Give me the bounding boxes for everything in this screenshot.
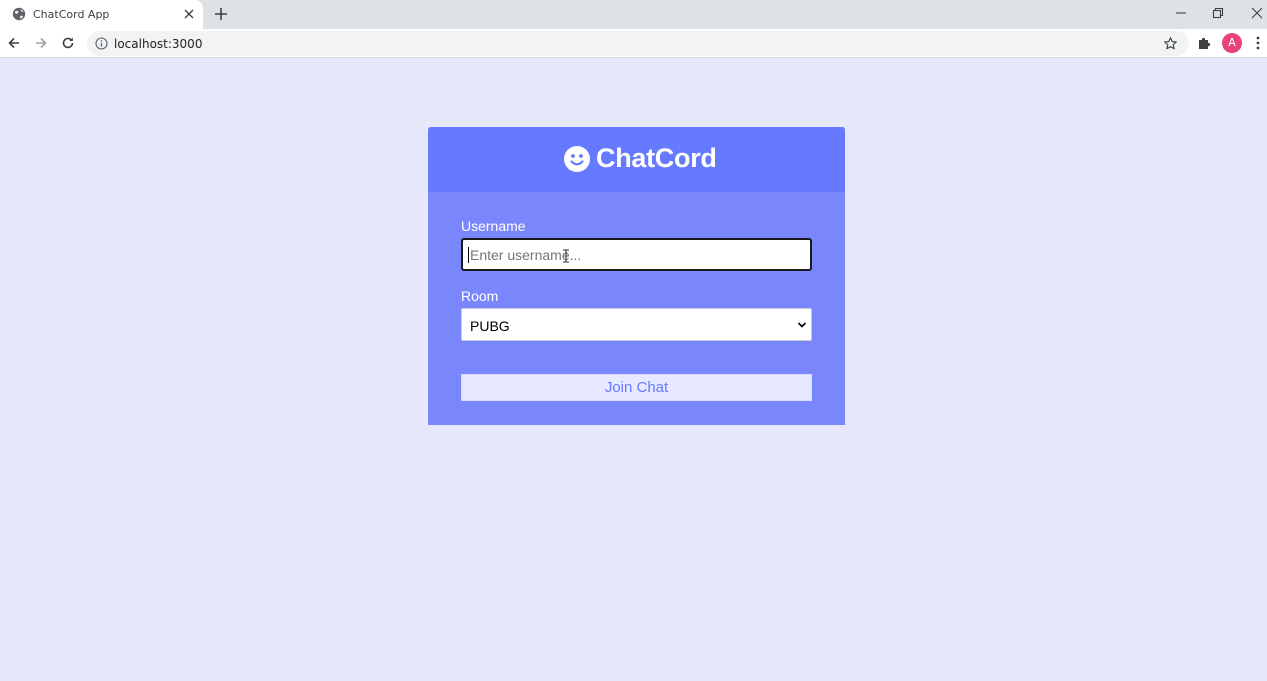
url-text[interactable]: localhost:3000 (114, 37, 202, 51)
room-select[interactable]: PUBG (461, 308, 812, 341)
info-icon[interactable] (95, 37, 108, 50)
close-window-icon[interactable] (1249, 5, 1265, 21)
minimize-icon[interactable] (1173, 5, 1189, 21)
chevron-down-icon (797, 322, 807, 328)
browser-tab[interactable]: ChatCord App (0, 0, 203, 29)
close-icon[interactable] (181, 6, 197, 22)
tab-title: ChatCord App (33, 8, 110, 21)
bookmark-star-icon[interactable] (1163, 36, 1178, 51)
globe-icon (12, 7, 26, 21)
restore-icon[interactable] (1210, 5, 1226, 21)
address-bar[interactable]: localhost:3000 (87, 31, 1189, 56)
profile-avatar[interactable]: A (1222, 33, 1242, 53)
join-chat-button[interactable]: Join Chat (461, 374, 812, 401)
more-vert-icon[interactable] (1250, 35, 1266, 51)
join-header: ChatCord (428, 127, 845, 192)
back-arrow-icon[interactable] (6, 35, 22, 51)
forward-arrow-icon[interactable] (33, 35, 49, 51)
room-selected-value: PUBG (470, 318, 510, 334)
username-label: Username (461, 218, 526, 234)
new-tab-icon[interactable] (213, 6, 229, 22)
browser-tabstrip: ChatCord App (0, 0, 1267, 29)
reload-icon[interactable] (60, 35, 76, 51)
smiley-icon (564, 146, 590, 172)
username-input[interactable] (461, 238, 812, 271)
extensions-puzzle-icon[interactable] (1196, 35, 1212, 51)
room-label: Room (461, 288, 499, 304)
ibeam-cursor-icon (563, 249, 569, 263)
join-card: ChatCord Username Room PUBG Join Chat (428, 127, 845, 425)
app-logo-text: ChatCord (596, 143, 717, 173)
text-caret (468, 247, 469, 263)
browser-toolbar: localhost:3000 A (0, 29, 1267, 58)
